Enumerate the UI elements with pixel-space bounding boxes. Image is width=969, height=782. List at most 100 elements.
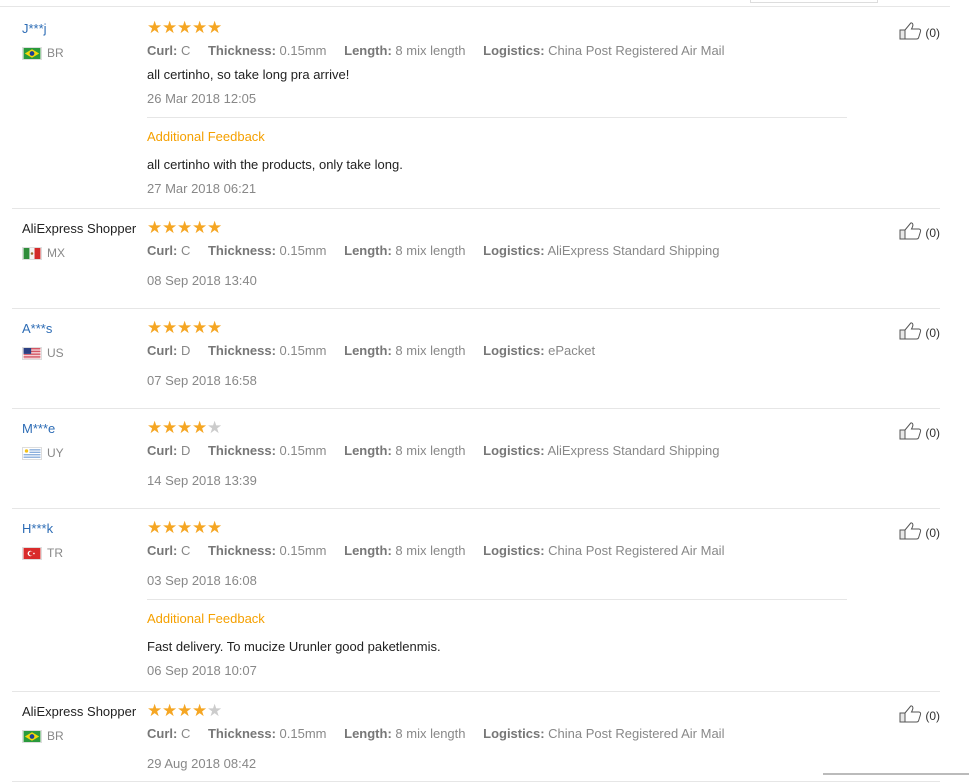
star-icon: ★ xyxy=(177,518,193,537)
attr-value: 0.15mm xyxy=(279,243,327,258)
thumbs-up-icon xyxy=(899,22,925,43)
thumbs-up-icon xyxy=(899,522,925,543)
reviewer-info: AliExpress Shopper MX xyxy=(22,220,147,260)
attr-value: 8 mix length xyxy=(395,243,466,258)
attr-value: China Post Registered Air Mail xyxy=(548,43,725,58)
helpful-count: (0) xyxy=(925,425,940,440)
attr-value: China Post Registered Air Mail xyxy=(548,543,725,558)
star-icon: ★ xyxy=(207,418,223,437)
reviewer-info: A***s US xyxy=(22,320,147,360)
attr-key: Logistics: xyxy=(483,443,545,458)
star-icon: ★ xyxy=(192,701,208,720)
feedback-date: 08 Sep 2018 13:40 xyxy=(147,273,257,288)
attr-value: 8 mix length xyxy=(395,343,466,358)
reviewer-name[interactable]: J***j xyxy=(22,20,147,38)
star-icon: ★ xyxy=(162,518,178,537)
star-rating: ★ ★ ★ ★ ★ xyxy=(147,518,847,538)
attr-value: 0.15mm xyxy=(279,726,327,741)
thumbs-up-icon xyxy=(899,222,925,243)
product-attributes: Curl: C Thickness: 0.15mm Length: 8 mix … xyxy=(147,242,847,260)
country-flag-icon xyxy=(22,346,42,360)
reviewer-name: AliExpress Shopper xyxy=(22,704,137,719)
reviewer-name[interactable]: A***s xyxy=(22,320,147,338)
feedback-date: 03 Sep 2018 16:08 xyxy=(147,573,257,588)
star-icon: ★ xyxy=(162,318,178,337)
attr-value: C xyxy=(180,243,191,258)
attr-key: Length: xyxy=(344,543,392,558)
star-rating: ★ ★ ★ ★ ★ xyxy=(147,701,847,721)
attr-key: Logistics: xyxy=(483,543,545,558)
attr-key: Thickness: xyxy=(207,243,276,258)
country-flag-icon xyxy=(22,729,42,743)
star-icon: ★ xyxy=(177,218,193,237)
reviewer-name[interactable]: H***k xyxy=(22,520,147,538)
reviewer-info: M***e UY xyxy=(22,420,147,460)
attr-key: Length: xyxy=(344,243,392,258)
additional-feedback-date: 27 Mar 2018 06:21 xyxy=(147,181,257,196)
attr-value: 0.15mm xyxy=(279,443,327,458)
reviewer-country: BR xyxy=(22,46,147,60)
review-content: ★ ★ ★ ★ ★ Curl: D Thickness: 0.15mm Length: … xyxy=(147,318,847,390)
product-attributes: Curl: D Thickness: 0.15mm Length: 8 mix … xyxy=(147,442,847,460)
attr-value: China Post Registered Air Mail xyxy=(548,726,725,741)
attr-value: D xyxy=(180,443,191,458)
thumbs-up-icon xyxy=(899,322,925,343)
review-item: M***e UY ★ ★ ★ ★ ★ Curl: D Thickness: 0.15mm… xyxy=(12,408,940,509)
attr-key: Logistics: xyxy=(483,243,545,258)
helpful-button[interactable]: (0) xyxy=(899,22,940,43)
attr-value: 0.15mm xyxy=(279,543,327,558)
attr-value: C xyxy=(180,543,191,558)
reviewer-name[interactable]: M***e xyxy=(22,420,147,438)
attr-value: 8 mix length xyxy=(395,43,466,58)
attr-value: 0.15mm xyxy=(279,343,327,358)
feedback-date: 14 Sep 2018 13:39 xyxy=(147,473,257,488)
attr-value: C xyxy=(180,43,191,58)
feedback-text: all certinho, so take long pra arrive! xyxy=(147,67,350,82)
review-content: ★ ★ ★ ★ ★ Curl: C Thickness: 0.15mm Length: … xyxy=(147,701,847,773)
country-flag-icon xyxy=(22,246,42,260)
product-attributes: Curl: C Thickness: 0.15mm Length: 8 mix … xyxy=(147,42,847,60)
helpful-count: (0) xyxy=(925,525,940,540)
helpful-button[interactable]: (0) xyxy=(899,222,940,243)
reviewer-info: J***j BR xyxy=(22,20,147,60)
reviewer-country: UY xyxy=(22,446,147,460)
helpful-count: (0) xyxy=(925,25,940,40)
reviewer-country: MX xyxy=(22,246,147,260)
star-icon: ★ xyxy=(207,318,223,337)
attr-key: Curl: xyxy=(147,343,178,358)
attr-key: Thickness: xyxy=(207,543,276,558)
review-item: AliExpress Shopper MX ★ ★ ★ ★ ★ Curl: C Thic… xyxy=(12,208,940,309)
attr-value: 8 mix length xyxy=(395,726,466,741)
country-code: MX xyxy=(47,246,65,260)
reviewer-info: H***k TR xyxy=(22,520,147,560)
star-icon: ★ xyxy=(147,701,163,720)
attr-key: Length: xyxy=(344,443,392,458)
review-content: ★ ★ ★ ★ ★ Curl: C Thickness: 0.15mm Length: … xyxy=(147,218,847,290)
additional-feedback: Additional Feedback Fast delivery. To mu… xyxy=(147,599,847,680)
review-item: J***j BR ★ ★ ★ ★ ★ Curl: C Thickness: 0.15mm… xyxy=(12,8,940,209)
attr-key: Logistics: xyxy=(483,43,545,58)
attr-key: Curl: xyxy=(147,726,178,741)
additional-feedback-title: Additional Feedback xyxy=(147,129,265,144)
attr-value: C xyxy=(180,726,191,741)
star-icon: ★ xyxy=(147,218,163,237)
star-icon: ★ xyxy=(147,518,163,537)
attr-key: Curl: xyxy=(147,443,178,458)
country-flag-icon xyxy=(22,46,42,60)
star-icon: ★ xyxy=(177,318,193,337)
attr-key: Length: xyxy=(344,343,392,358)
attr-key: Logistics: xyxy=(483,343,545,358)
reviewer-info: AliExpress Shopper BR xyxy=(22,703,147,743)
country-flag-icon xyxy=(22,446,42,460)
review-item: AliExpress Shopper BR ★ ★ ★ ★ ★ Curl: C Thic… xyxy=(12,691,940,782)
reviewer-name: AliExpress Shopper xyxy=(22,221,137,236)
helpful-button[interactable]: (0) xyxy=(899,422,940,443)
helpful-button[interactable]: (0) xyxy=(899,322,940,343)
review-content: ★ ★ ★ ★ ★ Curl: C Thickness: 0.15mm Length: … xyxy=(147,19,847,198)
country-code: TR xyxy=(47,546,63,560)
helpful-button[interactable]: (0) xyxy=(899,522,940,543)
attr-key: Thickness: xyxy=(207,343,276,358)
helpful-button[interactable]: (0) xyxy=(899,705,940,726)
attr-value: AliExpress Standard Shipping xyxy=(547,443,720,458)
attr-key: Curl: xyxy=(147,543,178,558)
